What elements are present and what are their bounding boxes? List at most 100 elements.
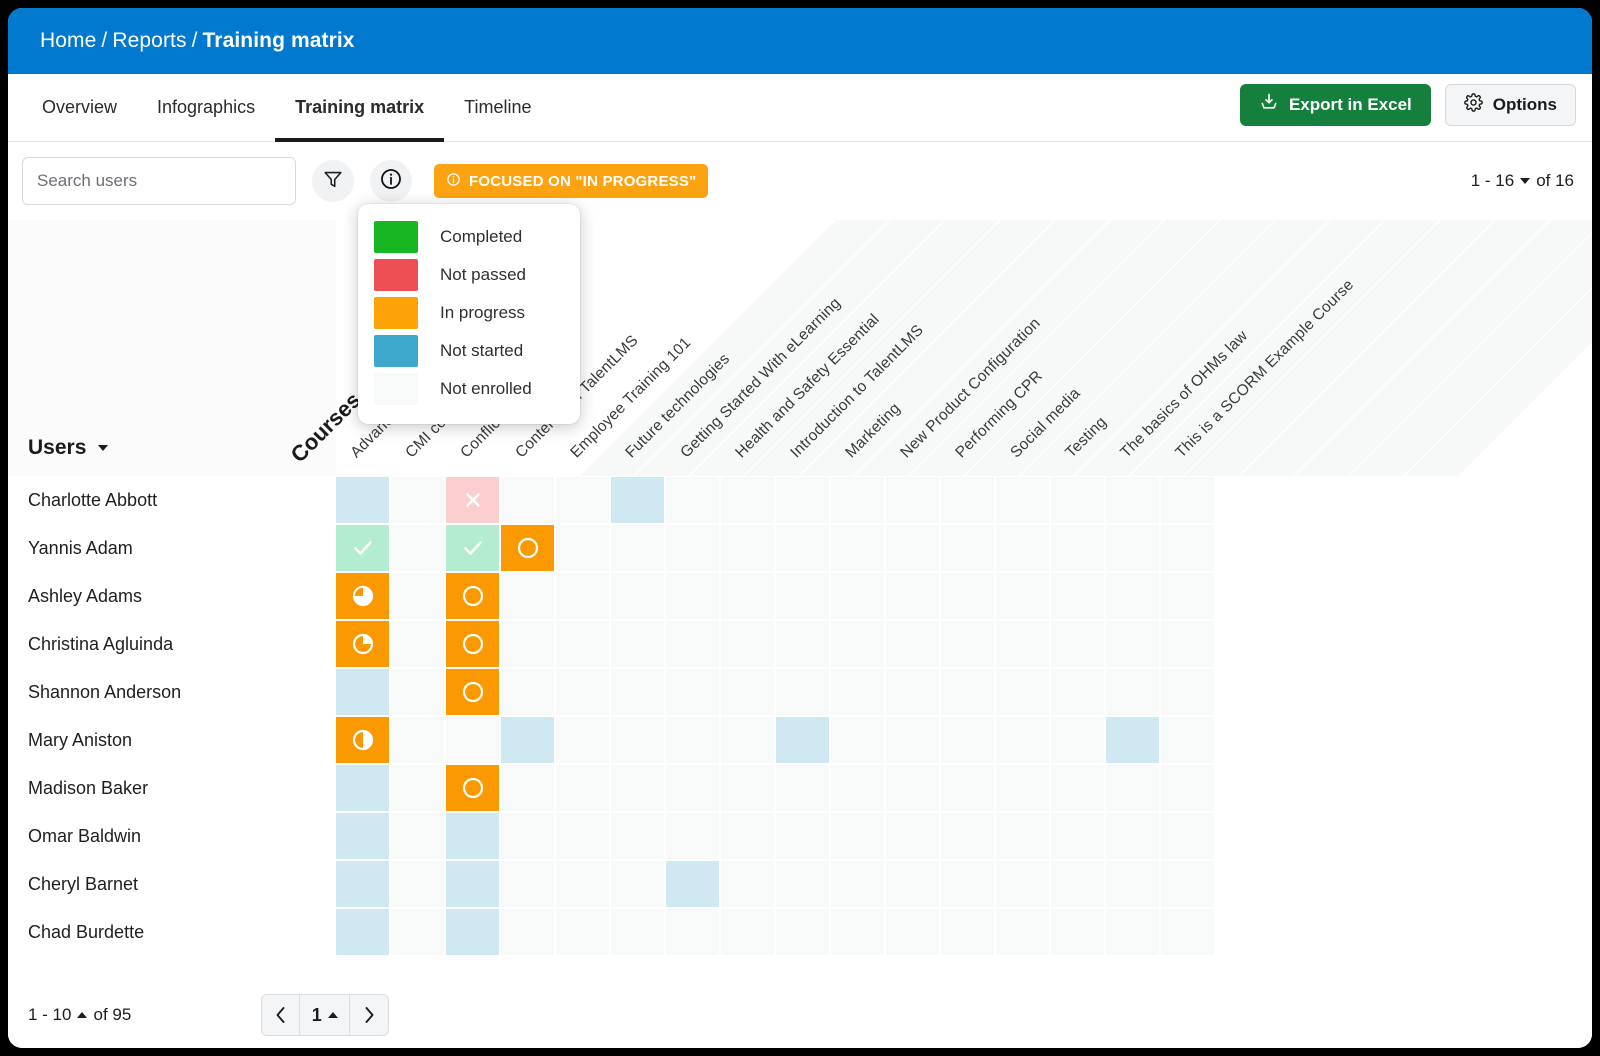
matrix-cell[interactable] <box>446 908 501 956</box>
matrix-cell[interactable] <box>336 524 391 572</box>
breadcrumb-separator-1: / <box>101 29 107 52</box>
matrix-cell-status <box>1161 765 1214 811</box>
matrix-cell[interactable] <box>446 812 501 860</box>
matrix-cell <box>666 764 721 812</box>
matrix-cell[interactable] <box>336 860 391 908</box>
user-name-cell[interactable]: Charlotte Abbott <box>8 476 336 524</box>
current-page-button[interactable]: 1 <box>300 995 350 1035</box>
user-count-selector[interactable]: 1 - 10 of 95 <box>28 1005 131 1025</box>
matrix-cell <box>886 860 941 908</box>
matrix-cell <box>831 716 886 764</box>
matrix-cell-status <box>391 477 444 523</box>
legend-info-button[interactable] <box>370 160 412 202</box>
options-button[interactable]: Options <box>1445 84 1576 126</box>
course-count-selector[interactable]: 1 - 16 of 16 <box>1471 171 1574 191</box>
matrix-cell-status <box>611 525 664 571</box>
breadcrumb-reports[interactable]: Reports <box>112 29 186 52</box>
user-name-cell[interactable]: Mary Aniston <box>8 716 336 764</box>
matrix-cell[interactable] <box>446 524 501 572</box>
matrix-cell[interactable] <box>446 476 501 524</box>
matrix-cell[interactable] <box>446 860 501 908</box>
search-users-input[interactable] <box>22 157 296 205</box>
matrix-cell-status <box>1106 717 1159 763</box>
export-in-excel-button[interactable]: Export in Excel <box>1240 84 1431 126</box>
user-name-cell[interactable]: Madison Baker <box>8 764 336 812</box>
matrix-cell[interactable] <box>666 860 721 908</box>
matrix-cell[interactable] <box>336 572 391 620</box>
tab-infographics[interactable]: Infographics <box>137 74 275 141</box>
matrix-cell[interactable] <box>336 476 391 524</box>
matrix-cell[interactable] <box>336 620 391 668</box>
matrix-cell <box>556 524 611 572</box>
tab-overview[interactable]: Overview <box>22 74 137 141</box>
matrix-cell-status <box>1051 573 1104 619</box>
matrix-cell <box>391 764 446 812</box>
tab-training-matrix[interactable]: Training matrix <box>275 74 444 141</box>
user-name-cell[interactable]: Cheryl Barnet <box>8 860 336 908</box>
matrix-cell <box>1051 620 1106 668</box>
matrix-cell <box>666 908 721 956</box>
pagination: 1 <box>261 994 389 1036</box>
matrix-cell[interactable] <box>501 716 556 764</box>
matrix-cell-status <box>886 765 939 811</box>
matrix-cell-status <box>446 717 499 763</box>
matrix-cell[interactable] <box>336 668 391 716</box>
matrix-cell <box>611 572 666 620</box>
matrix-cell[interactable] <box>611 476 666 524</box>
matrix-cell-status <box>556 765 609 811</box>
matrix-cell-status <box>1106 861 1159 907</box>
matrix-cell[interactable] <box>446 620 501 668</box>
matrix-cell[interactable] <box>446 668 501 716</box>
matrix-cell <box>886 908 941 956</box>
matrix-cell-status <box>391 909 444 955</box>
focused-status-chip[interactable]: FOCUSED ON "IN PROGRESS" <box>434 164 708 198</box>
user-name-cell[interactable]: Chad Burdette <box>8 908 336 956</box>
user-name-cell[interactable]: Ashley Adams <box>8 572 336 620</box>
matrix-cell <box>996 860 1051 908</box>
matrix-cell <box>391 668 446 716</box>
prev-page-button[interactable] <box>262 995 300 1035</box>
matrix-cell-status <box>721 909 774 955</box>
matrix-cell <box>721 860 776 908</box>
matrix-cell <box>1051 908 1106 956</box>
matrix-cell <box>611 860 666 908</box>
matrix-cell[interactable] <box>446 572 501 620</box>
chevron-down-icon[interactable] <box>1520 178 1530 184</box>
matrix-cell[interactable] <box>336 812 391 860</box>
user-name-cell[interactable]: Yannis Adam <box>8 524 336 572</box>
next-page-button[interactable] <box>350 995 388 1035</box>
matrix-cell <box>666 668 721 716</box>
matrix-cell[interactable] <box>501 524 556 572</box>
matrix-cell-status <box>831 909 884 955</box>
table-row: Yannis Adam <box>8 524 1592 572</box>
matrix-cell[interactable] <box>336 908 391 956</box>
user-name-cell[interactable]: Shannon Anderson <box>8 668 336 716</box>
matrix-cell-status <box>336 669 389 715</box>
matrix-cell-status <box>1051 525 1104 571</box>
matrix-cell-status <box>886 861 939 907</box>
matrix-cell <box>391 716 446 764</box>
chevron-up-icon[interactable] <box>77 1012 87 1018</box>
matrix-cell <box>556 716 611 764</box>
matrix-cell-status <box>1161 525 1214 571</box>
matrix-cell[interactable] <box>776 716 831 764</box>
matrix-cell-status <box>336 861 389 907</box>
tab-timeline[interactable]: Timeline <box>444 74 551 141</box>
user-name-cell[interactable]: Omar Baldwin <box>8 812 336 860</box>
sort-chevron-down-icon[interactable] <box>98 445 108 451</box>
page-chevron-up-icon[interactable] <box>328 1012 338 1018</box>
matrix-cell <box>886 764 941 812</box>
matrix-cell-status <box>1106 477 1159 523</box>
matrix-cell-status <box>1051 477 1104 523</box>
matrix-cell[interactable] <box>336 716 391 764</box>
filter-button[interactable] <box>312 160 354 202</box>
matrix-cell <box>996 668 1051 716</box>
breadcrumb-home[interactable]: Home <box>40 29 96 52</box>
matrix-cell[interactable] <box>446 764 501 812</box>
matrix-cell <box>1051 812 1106 860</box>
matrix-cell[interactable] <box>1106 716 1161 764</box>
matrix-cell[interactable] <box>336 764 391 812</box>
user-name-cell[interactable]: Christina Agluinda <box>8 620 336 668</box>
users-column-header[interactable]: Users <box>8 220 336 476</box>
matrix-cell <box>721 908 776 956</box>
